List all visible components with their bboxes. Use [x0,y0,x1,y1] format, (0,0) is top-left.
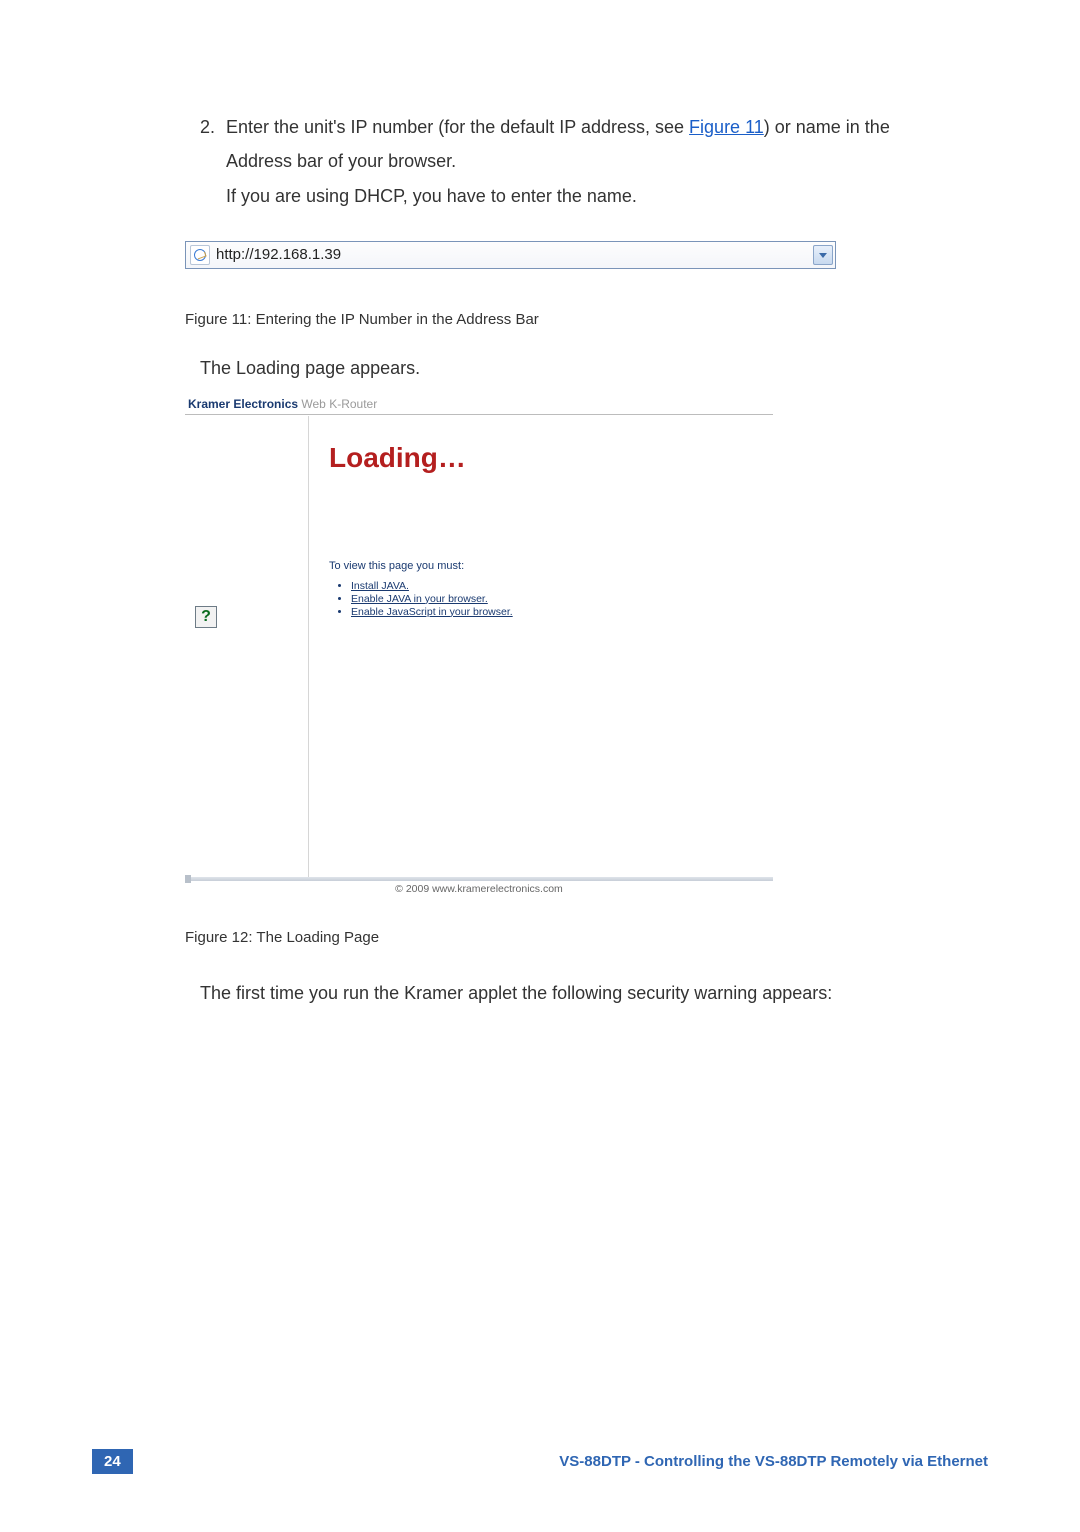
doc-footer-title: VS-88DTP - Controlling the VS-88DTP Remo… [559,1453,988,1470]
page-number-badge: 24 [92,1449,133,1474]
install-java-link[interactable]: Install JAVA. [351,580,409,592]
doc-footer: 24 VS-88DTP - Controlling the VS-88DTP R… [92,1449,988,1474]
figure-11-link[interactable]: Figure 11 [689,117,764,137]
requirements-intro: To view this page you must: [329,560,763,572]
step-text-c: If you are using DHCP, you have to enter… [226,186,637,206]
figure-12-caption: Figure 12: The Loading Page [185,929,895,946]
security-warning-intro: The first time you run the Kramer applet… [200,976,895,1010]
figure-11-caption: Figure 11: Entering the IP Number in the… [185,311,895,328]
enable-js-link[interactable]: Enable JavaScript in your browser. [351,606,513,618]
browser-address-bar: http://192.168.1.39 [185,241,836,269]
instruction-step-2: 2. Enter the unit's IP number (for the d… [200,110,895,213]
ie-page-icon [190,245,210,265]
step-number: 2. [200,110,226,144]
loading-heading: Loading… [329,442,763,474]
figure-loading-page: Kramer Electronics Web K-Router ? Loadin… [185,393,773,899]
question-icon: ? [195,606,217,628]
loading-page-appears: The Loading page appears. [200,358,895,379]
kr-header: Kramer Electronics Web K-Router [185,393,773,415]
kr-left-panel: ? [185,416,309,877]
list-item: Enable JavaScript in your browser. [351,606,763,618]
kr-footer: © 2009 www.kramerelectronics.com [185,881,773,899]
address-url[interactable]: http://192.168.1.39 [213,246,813,263]
step-text-a: Enter the unit's IP number (for the defa… [226,117,689,137]
kr-brand: Kramer Electronics [188,397,298,411]
enable-java-link[interactable]: Enable JAVA in your browser. [351,593,488,605]
address-dropdown-button[interactable] [813,245,833,265]
list-item: Install JAVA. [351,580,763,592]
requirements-list: Install JAVA. Enable JAVA in your browse… [351,580,763,618]
list-item: Enable JAVA in your browser. [351,593,763,605]
kr-right-panel: Loading… To view this page you must: Ins… [309,416,773,877]
kr-sub: Web K-Router [298,397,377,411]
